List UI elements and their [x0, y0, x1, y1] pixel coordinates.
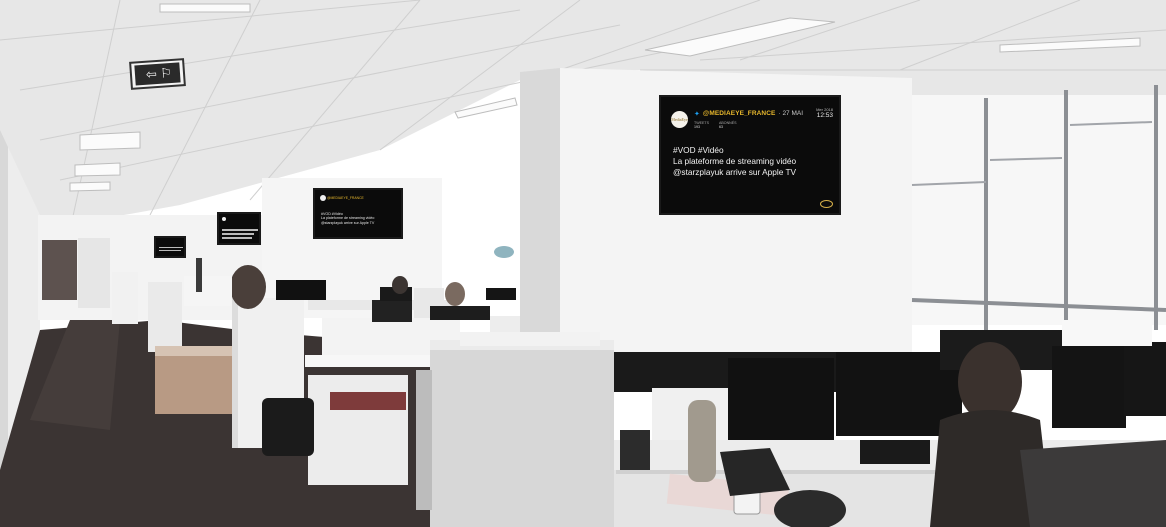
- tweet-stats: TWEETS 193 ABONNÉS 63: [694, 121, 803, 129]
- distant-wall-screen: [154, 236, 186, 258]
- mid-tweet-handle: @MEDIAEYE_FRANCE: [327, 196, 364, 200]
- twitter-bird-icon: ✦: [694, 111, 700, 118]
- tweet-line-3: @starzplayuk arrive sur Apple TV: [673, 166, 797, 177]
- tweet-date: · 27 MAI: [778, 110, 804, 118]
- tweet-header: MediaEye ✦ @MEDIAEYE_FRANCE · 27 MAI TWE…: [671, 111, 803, 129]
- office-photo: ⇦ ⚐ MediaEye ✦ @MEDIAEYE_FRANCE · 27 MAI…: [0, 0, 1166, 527]
- stat-followers-value: 63: [718, 125, 723, 130]
- mini-avatar: [320, 195, 326, 201]
- tweet-body: #VOD #Vidéo La plateforme de streaming v…: [673, 145, 833, 177]
- tweet-handle: @MEDIAEYE_FRANCE: [702, 110, 776, 118]
- tweet-line-1: #VOD #Vidéo: [673, 145, 724, 155]
- far-avatar: [222, 217, 226, 221]
- stat-followers: ABONNÉS 63: [719, 121, 737, 129]
- far-text-line: [222, 233, 254, 235]
- avatar-text: MediaEye: [671, 116, 688, 122]
- mediaeye-avatar: MediaEye: [671, 111, 688, 128]
- mid-tweet-line-3: @starzplayuk arrive sur Apple TV: [321, 220, 375, 225]
- clock-value: 12:53: [816, 112, 833, 119]
- tweet-line-2: La plateforme de streaming vidéo: [673, 155, 797, 166]
- distant-text-line: [159, 247, 183, 248]
- main-wall-screen: MediaEye ✦ @MEDIAEYE_FRANCE · 27 MAI TWE…: [659, 95, 841, 215]
- far-text-line: [222, 237, 252, 239]
- stat-tweets-value: 193: [694, 125, 700, 130]
- mediaeye-logo-icon: [820, 200, 833, 208]
- distant-text-line: [159, 250, 181, 251]
- stat-tweets: TWEETS 193: [694, 121, 709, 129]
- exit-running-man-icon: ⇦ ⚐: [145, 65, 173, 82]
- mid-tweet-body: #VOD #Vidéo La plateforme de streaming v…: [321, 212, 374, 225]
- far-text-line: [222, 229, 258, 231]
- far-wall-screen: [217, 212, 261, 245]
- screen-clock: Mer 2018 12:53: [816, 107, 833, 120]
- mid-wall-screen: @MEDIAEYE_FRANCE #VOD #Vidéo La platefor…: [313, 188, 403, 239]
